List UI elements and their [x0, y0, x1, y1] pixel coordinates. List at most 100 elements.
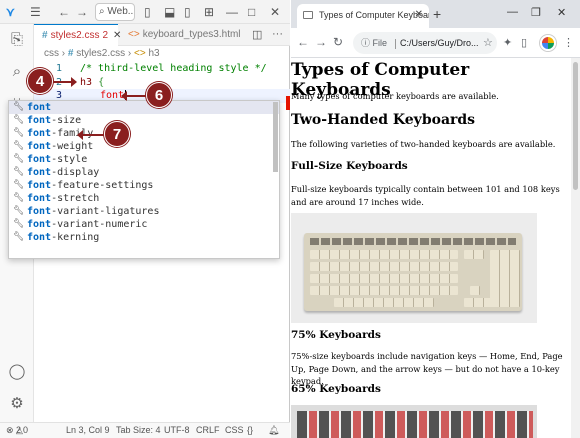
minimize-icon[interactable]: —: [507, 6, 518, 18]
suggestion-rest: -style: [51, 154, 88, 165]
intro-paragraph: Many types of computer keyboards are ava…: [291, 91, 499, 101]
suggestion-item[interactable]: 🔧︎ font-style: [9, 153, 279, 166]
close-tab-icon[interactable]: ✕: [415, 4, 423, 26]
eol-status[interactable]: CRLF: [196, 423, 220, 438]
page-scrollbar-thumb[interactable]: [573, 62, 578, 190]
full-size-keyboard-image: [291, 213, 537, 323]
new-tab-icon[interactable]: +: [433, 6, 441, 22]
property-wrench-icon: 🔧︎: [13, 154, 25, 164]
reload-icon[interactable]: ↻: [333, 35, 343, 49]
suggestion-item[interactable]: 🔧︎ font-size: [9, 114, 279, 127]
back-icon[interactable]: ←: [58, 5, 70, 19]
suggestion-item[interactable]: 🔧︎ font: [9, 101, 279, 114]
toggle-panel-icon[interactable]: ⬓: [164, 5, 175, 19]
browser-tabstrip: Types of Computer Keyboards ✕ + — ❐ ✕: [291, 0, 580, 28]
breadcrumb-folder[interactable]: css: [44, 48, 59, 59]
command-search-input[interactable]: ⌕ Web...: [95, 3, 135, 21]
callout-4: 4: [27, 68, 53, 94]
warning-count: 0: [22, 425, 28, 435]
property-wrench-icon: 🔧︎: [13, 115, 25, 125]
maximize-icon[interactable]: □: [248, 5, 255, 19]
menu-icon[interactable]: ☰: [30, 5, 41, 19]
tab-styles2-css[interactable]: # styles2.css 2 ✕: [34, 24, 121, 46]
open-brace: {: [98, 77, 105, 88]
property-wrench-icon: 🔧︎: [13, 219, 25, 229]
language-mode-status[interactable]: CSS: [225, 423, 244, 438]
page-scrollbar[interactable]: [571, 58, 580, 438]
browser-toolbar: ← → ↻ ⓘ File C:/Users/Guy/Dro... ☆ ✦ ▯ ⋮: [291, 28, 580, 58]
selector-icon: <>: [134, 48, 146, 59]
suggestion-rest: -feature-settings: [51, 180, 154, 191]
close-window-icon[interactable]: ✕: [270, 5, 280, 19]
more-actions-icon[interactable]: ···: [272, 28, 283, 40]
suggestion-item[interactable]: 🔧︎ font-weight: [9, 140, 279, 153]
language-braces-icon[interactable]: {}: [247, 423, 253, 438]
suggestion-item[interactable]: 🔧︎ font-feature-settings: [9, 179, 279, 192]
suggestion-match: font: [27, 219, 52, 230]
close-tab-icon[interactable]: ✕: [113, 30, 121, 41]
back-icon[interactable]: ←: [297, 35, 309, 49]
suggestion-match: font: [27, 180, 52, 191]
suggestion-item[interactable]: 🔧︎ font-stretch: [9, 192, 279, 205]
breadcrumb: css › # styles2.css › <> h3: [44, 48, 160, 62]
forward-icon[interactable]: →: [315, 35, 327, 49]
css-file-icon: #: [67, 48, 74, 59]
html-file-icon: <>: [128, 29, 140, 40]
suggestion-scrollbar[interactable]: [273, 102, 278, 172]
suggestion-match: font: [27, 167, 52, 178]
explorer-icon[interactable]: ⎘: [7, 30, 27, 50]
property-wrench-icon: 🔧︎: [13, 180, 25, 190]
web-page-content: Types of Computer Keyboards Many types o…: [291, 58, 571, 438]
cursor-position[interactable]: Ln 3, Col 9: [66, 423, 110, 438]
address-bar[interactable]: ⓘ File C:/Users/Guy/Dro...: [353, 32, 497, 54]
profile-avatar[interactable]: [540, 35, 556, 51]
suggestion-match: font: [27, 141, 52, 152]
suggestion-match: font: [27, 115, 52, 126]
toggle-sidebar-icon[interactable]: ▯: [144, 5, 151, 19]
suggestion-item[interactable]: 🔧︎ font-display: [9, 166, 279, 179]
forward-icon[interactable]: →: [76, 5, 88, 19]
address-divider: [395, 38, 397, 49]
callout-6-arrow: [121, 91, 148, 101]
browser-menu-icon[interactable]: ⋮: [563, 36, 574, 49]
breadcrumb-symbol[interactable]: h3: [149, 48, 160, 59]
property-wrench-icon: 🔧︎: [13, 102, 25, 112]
suggestion-item[interactable]: 🔧︎ font-kerning: [9, 231, 279, 244]
address-scheme-label: File: [372, 38, 388, 48]
bookmark-star-icon[interactable]: ☆: [483, 36, 493, 49]
browser-tab[interactable]: Types of Computer Keyboards ✕: [297, 4, 429, 28]
notifications-bell-icon[interactable]: 🔔︎: [268, 423, 279, 438]
minimize-icon[interactable]: —: [226, 5, 238, 19]
code-comment: /* third-level heading style */: [80, 63, 267, 74]
section-heading-two-handed: Two-Handed Keyboards: [291, 112, 476, 128]
suggestion-item[interactable]: 🔧︎ font-family: [9, 127, 279, 140]
tab-keyboard-types3-html[interactable]: <> keyboard_types3.html: [122, 24, 241, 46]
account-icon[interactable]: ◯: [7, 362, 27, 382]
heading-full-size: Full-Size Keyboards: [291, 160, 408, 172]
suggestion-match: font: [27, 102, 52, 113]
extensions-icon[interactable]: ✦: [503, 36, 512, 49]
settings-gear-icon[interactable]: ⚙: [7, 394, 27, 414]
suggestion-match: font: [27, 206, 52, 217]
tab-problem-count: 2: [102, 30, 109, 41]
css-selector: h3: [80, 77, 93, 88]
split-editor-icon[interactable]: ◫: [252, 28, 262, 41]
tab-label: styles2.css: [50, 30, 100, 41]
property-wrench-icon: 🔧︎: [13, 206, 25, 216]
breadcrumb-file[interactable]: styles2.css: [76, 48, 125, 59]
property-wrench-icon: 🔧︎: [13, 193, 25, 203]
code-line-1[interactable]: 1 /* third-level heading style */: [34, 62, 290, 76]
close-window-icon[interactable]: ✕: [557, 6, 566, 19]
toggle-secondary-sidebar-icon[interactable]: ▯: [184, 5, 191, 19]
customize-layout-icon[interactable]: ⊞: [204, 5, 214, 19]
tab-size-status[interactable]: Tab Size: 4: [116, 423, 161, 438]
restore-icon[interactable]: ❐: [531, 6, 541, 19]
sidebar-icon[interactable]: ▯: [521, 36, 527, 49]
search-icon[interactable]: ⌕: [7, 62, 27, 82]
problems-status[interactable]: ⊗ 2 △ 0: [6, 423, 28, 438]
suggestion-item[interactable]: 🔧︎ font-variant-ligatures: [9, 205, 279, 218]
suggestion-item[interactable]: 🔧︎ font-variant-numeric: [9, 218, 279, 231]
property-wrench-icon: 🔧︎: [13, 167, 25, 177]
property-wrench-icon: 🔧︎: [13, 232, 25, 242]
encoding-status[interactable]: UTF-8: [164, 423, 190, 438]
